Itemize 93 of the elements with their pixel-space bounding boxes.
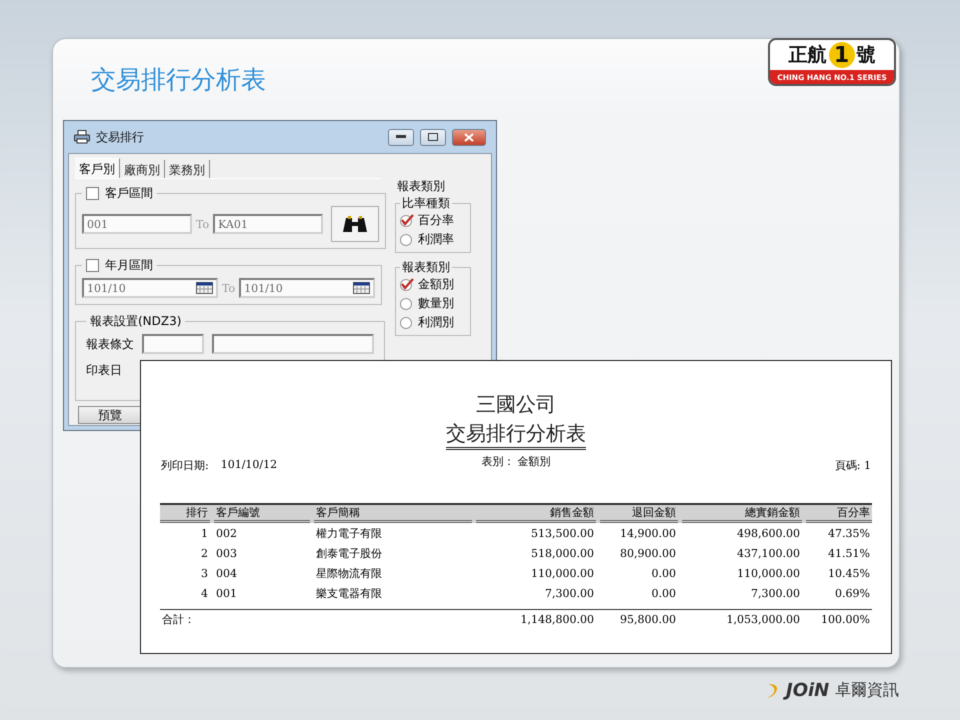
maximize-button[interactable] [420, 128, 446, 146]
total-cell-text: 1,148,800.00 [520, 613, 595, 626]
table-cell-text: 47.35% [827, 526, 871, 540]
total-cell-text: 100.00% [820, 613, 871, 626]
to-field[interactable]: KA01 [213, 214, 324, 234]
total-cell-text: 95,800.00 [619, 613, 677, 626]
checked-radio-icon[interactable] [400, 278, 414, 291]
from-field[interactable]: 001 [82, 214, 192, 234]
print-date: 101/10/12 [220, 458, 278, 473]
calendar-icon[interactable] [353, 282, 370, 294]
company-name: 卓爾資訊 [835, 680, 900, 701]
radio-label: 利潤率 [418, 231, 454, 248]
column-header: 總實銷金額 [682, 505, 802, 523]
table-cell-text: 513,500.00 [530, 526, 595, 540]
to-field[interactable]: 101/10 [239, 278, 376, 298]
column-header: 銷售金額 [476, 505, 596, 523]
table-cell-text: 1 [200, 526, 209, 540]
radio-button[interactable] [400, 316, 414, 329]
calendar-icon[interactable] [196, 282, 213, 294]
radio-label: 百分率 [418, 212, 454, 229]
table-cell-text: 0.69% [834, 586, 871, 600]
table-cell-text: 星際物流有限 [315, 566, 383, 580]
preview-button[interactable]: 預覽 [78, 406, 142, 424]
page-number: 頁碼: 1 [834, 458, 871, 473]
table-cell-text: 2 [200, 546, 209, 560]
window-title: 交易排行 [96, 128, 145, 146]
minimize-icon [396, 135, 406, 139]
field-label: 報表條文 [86, 336, 134, 352]
radio-button[interactable] [400, 233, 414, 246]
table-cell-text: 創泰電子股份 [315, 546, 383, 560]
table-cell-text: 7,300.00 [544, 586, 595, 600]
table-cell-text: 003 [215, 546, 238, 560]
table-cell-text: 0.00 [650, 586, 677, 600]
table-cell-text: 權力電子有限 [315, 526, 383, 540]
tab[interactable]: 業務別 [165, 160, 210, 178]
swoosh-icon [766, 682, 780, 700]
table-cell-text: 498,600.00 [736, 526, 801, 540]
code-field[interactable] [142, 334, 204, 354]
total-label: 合計： [161, 612, 196, 627]
group-title: 報表設置(NDZ3) [90, 313, 182, 330]
checkbox[interactable] [86, 259, 99, 272]
report-title: 交易排行分析表 [446, 420, 586, 450]
total-cell-text: 1,053,000.00 [726, 613, 801, 626]
slide-title: 交易排行分析表 [91, 64, 266, 96]
table-cell-text: 001 [215, 586, 238, 600]
search-button[interactable] [331, 206, 380, 242]
report-category: 表別： 金額別 [481, 454, 551, 470]
table-cell-text: 樂支電器有限 [315, 586, 383, 600]
checkbox[interactable] [86, 187, 99, 200]
table-cell-text: 80,900.00 [619, 546, 677, 560]
close-button[interactable] [452, 128, 486, 146]
table-cell-text: 7,300.00 [750, 586, 801, 600]
print-date-label: 列印日期: [161, 458, 209, 473]
name-field[interactable] [212, 334, 374, 354]
tab[interactable]: 廠商別 [120, 160, 165, 178]
to-label: To [196, 218, 210, 230]
table-cell-text: 110,000.00 [736, 566, 801, 580]
table-cell-text: 0.00 [650, 566, 677, 580]
tab[interactable]: 客戶別 [75, 158, 120, 178]
company-name: 三國公司 [476, 391, 556, 418]
group-title: 報表類別 [401, 259, 451, 276]
minimize-button[interactable] [388, 128, 414, 146]
table-cell-text: 10.45% [827, 566, 871, 580]
table-cell-text: 004 [215, 566, 238, 580]
table-cell-text: 110,000.00 [530, 566, 595, 580]
to-label: To [222, 282, 236, 294]
group-title: 比率種類 [401, 195, 451, 212]
column-header: 退回金額 [600, 505, 678, 523]
column-header: 百分率 [806, 505, 872, 523]
column-header: 客戶簡稱 [314, 505, 472, 523]
group-title: 報表類別 [396, 178, 446, 195]
table-cell-text: 41.51% [827, 546, 871, 560]
group-label: 客戶區間 [105, 185, 153, 202]
field-label: 印表日 [86, 362, 122, 379]
close-icon [464, 132, 474, 142]
checked-radio-icon[interactable] [400, 214, 414, 227]
table-cell-text: 002 [215, 526, 238, 540]
from-field[interactable]: 101/10 [82, 278, 218, 298]
column-header: 排行 [160, 505, 210, 523]
maximize-icon [428, 133, 438, 141]
column-header: 客戶編號 [214, 505, 310, 523]
radio-button[interactable] [400, 297, 414, 310]
radio-label: 利潤別 [418, 314, 454, 331]
group-label: 年月區間 [105, 257, 153, 274]
table-cell-text: 3 [200, 566, 209, 580]
radio-label: 數量別 [418, 295, 454, 312]
binoculars-icon [343, 214, 368, 234]
radio-label: 金額別 [418, 276, 454, 293]
printer-icon [74, 130, 90, 144]
table-cell-text: 437,100.00 [736, 546, 801, 560]
table-cell-text: 4 [200, 586, 209, 600]
table-cell-text: 14,900.00 [619, 526, 677, 540]
table-cell-text: 518,000.00 [530, 546, 595, 560]
